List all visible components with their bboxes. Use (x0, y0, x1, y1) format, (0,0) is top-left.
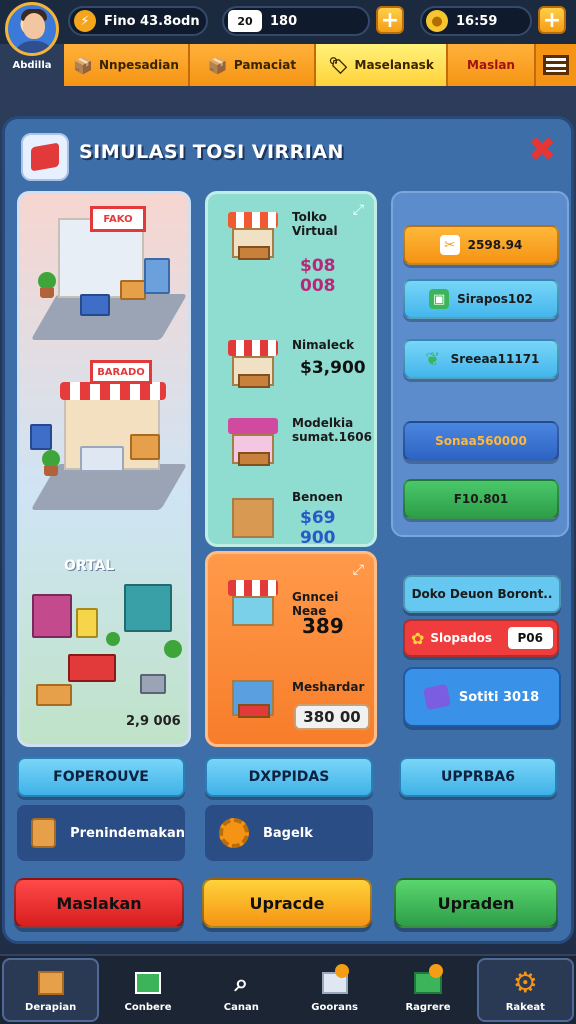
nav-derapian[interactable]: Derapian (2, 958, 100, 1022)
subpanel-bagelk[interactable]: Bagelk (205, 805, 373, 861)
energy-value: Fino 43.8odn (104, 13, 200, 29)
store-illustration-2: BARADO (20, 354, 188, 534)
gear-icon: ⚙ (512, 966, 538, 999)
section-label: ORTAL (64, 558, 115, 574)
upracde-button[interactable]: Upracde (202, 878, 372, 928)
add-coins-button[interactable]: + (538, 6, 566, 34)
picture-icon (132, 968, 164, 998)
shelf-icon (224, 488, 286, 550)
menu-icon (543, 55, 569, 75)
gear-icon (219, 818, 249, 848)
featured-items: ⤢ Gnncei Neae 389 Meshardar 380 00 (205, 551, 377, 747)
upprba6-button[interactable]: UPPRBA6 (399, 757, 557, 797)
profile-name: Abdilla (12, 60, 52, 71)
flower-icon: ✿ (411, 628, 425, 648)
subpanel-prenindemakan[interactable]: Prenindemakan (17, 805, 185, 861)
gems-value: 180 (270, 13, 298, 29)
option-button[interactable]: F10.801 (403, 479, 559, 519)
tab-pamaciat[interactable]: 📦 Pamaciat (190, 44, 316, 86)
nav-goorans[interactable]: Goorans (288, 956, 381, 1024)
sale-button[interactable]: ✿ Slopados P06 (403, 619, 559, 657)
tag-icon: 🏷 (328, 55, 349, 75)
store-sign-2: BARADO (90, 360, 152, 384)
nav-rakeat[interactable]: ⚙ Rakeat (476, 958, 574, 1022)
shop-items-column: ⤢ Tolko Virtual $08 008 Nimaleck $3,900 … (205, 191, 377, 548)
notification-badge (428, 964, 443, 978)
currency-gems: 20 180 (222, 6, 370, 36)
tab-maselanask[interactable]: 🏷 Maselanask (316, 44, 448, 86)
option-button[interactable]: ▣ Sirapos102 (403, 279, 559, 319)
bottom-nav: Derapian Conbere ⌕ Canan Goorans Ragrere… (0, 954, 576, 1024)
nav-canan[interactable]: ⌕ Canan (195, 956, 288, 1024)
add-gems-button[interactable]: + (376, 6, 404, 34)
store-preview-column: FAKO BARADO ORTAL 2,9 006 (17, 191, 191, 747)
close-icon[interactable]: ✖ (525, 130, 559, 170)
counter-icon (224, 666, 286, 728)
store-sign-1: FAKO (90, 206, 146, 232)
shop-item[interactable]: Modelkia sumat.1606 (218, 408, 374, 488)
currency-energy: ⚡ Fino 43.8odn (68, 6, 208, 36)
avatar[interactable] (5, 2, 59, 56)
shop-box-icon (21, 133, 69, 181)
shop-item[interactable]: Nimaleck $3,900 (218, 330, 374, 410)
box-icon (31, 818, 57, 848)
gift-button[interactable]: Sotiti 3018 (403, 667, 561, 727)
featured-price-box: 380 00 (294, 704, 370, 730)
market-stall-icon (224, 336, 286, 398)
store-value: 2,9 006 (126, 714, 181, 729)
cart-icon: ▣ (429, 289, 450, 309)
panel-title: SIMULASI TOSI VIRRIAN (79, 141, 344, 163)
featured-item[interactable]: Gnncei Neae 389 (218, 570, 374, 650)
tab-nnpesadian[interactable]: 📦 Nnpesadian (64, 44, 190, 86)
profile[interactable]: Abdilla (2, 2, 62, 82)
shop-front-icon (224, 576, 286, 638)
store-illustration-3 (20, 574, 188, 724)
ticket-icon: ✂ (439, 235, 460, 255)
coins-value: 16:59 (456, 13, 498, 29)
menu-button[interactable] (536, 44, 576, 86)
sale-value: P06 (507, 627, 553, 649)
box-icon: 📦 (207, 55, 228, 75)
option-button[interactable]: ✂ 2598.94 (403, 225, 559, 265)
stall-icon (224, 208, 286, 270)
tab-maslan[interactable]: Maslan (448, 44, 536, 86)
box-icon: 📦 (73, 55, 93, 75)
nav-ragrere[interactable]: Ragrere (381, 956, 474, 1024)
kiosk-icon (224, 414, 286, 476)
search-icon: ⌕ (234, 968, 249, 997)
currency-coins: ● 16:59 (420, 6, 532, 36)
lightning-icon: ⚡ (74, 10, 96, 32)
maslakan-button[interactable]: Maslakan (14, 878, 184, 928)
coin-icon: ● (426, 10, 448, 32)
shop-item[interactable]: Tolko Virtual $08 008 (218, 202, 374, 296)
gift-icon (422, 683, 451, 711)
foperouve-button[interactable]: FOPEROUVE (17, 757, 185, 797)
store-illustration-1: FAKO (20, 194, 188, 354)
nav-conbere[interactable]: Conbere (101, 956, 194, 1024)
simulation-panel: SIMULASI TOSI VIRRIAN ✖ FAKO BARADO ORTA… (2, 116, 574, 944)
option-button[interactable]: Sonaa560000 (403, 421, 559, 461)
options-column: ✂ 2598.94 ▣ Sirapos102 ❦ Sreeaa11171 Son… (391, 191, 569, 537)
info-button[interactable]: Doko Deuon Boront.. (403, 575, 561, 613)
dxppidas-button[interactable]: DXPPIDAS (205, 757, 373, 797)
category-tabs: 📦 Nnpesadian 📦 Pamaciat 🏷 Maselanask Mas… (64, 44, 576, 86)
gem-box: 20 (228, 10, 262, 32)
box-icon (35, 968, 67, 998)
option-button[interactable]: ❦ Sreeaa11171 (403, 339, 559, 379)
leaf-icon: ❦ (425, 348, 441, 370)
shop-item[interactable]: Benoen $69 900 (218, 482, 374, 562)
upraden-button[interactable]: Upraden (394, 878, 558, 928)
